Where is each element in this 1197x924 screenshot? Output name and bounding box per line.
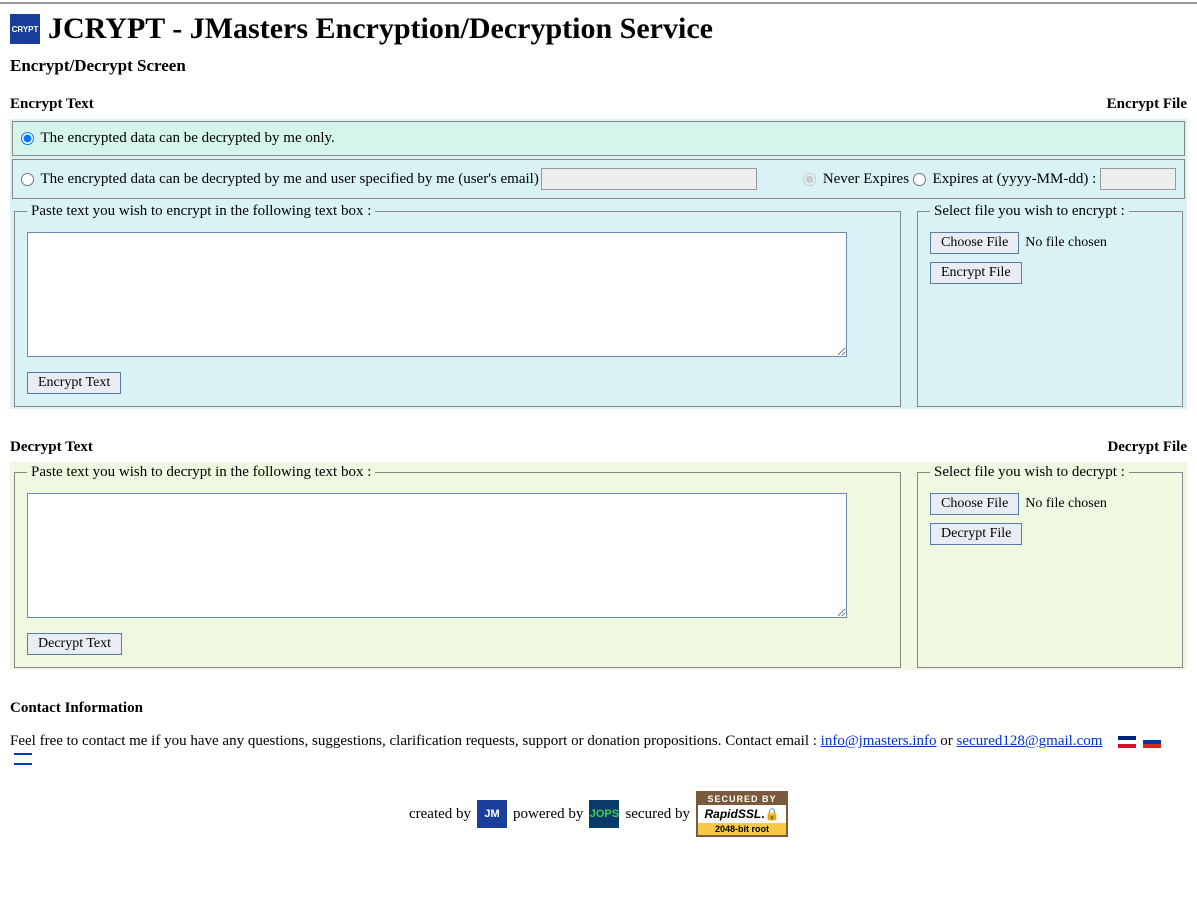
contact-email-2[interactable]: secured128@gmail.com: [957, 733, 1103, 749]
radio-me-only[interactable]: [21, 132, 34, 145]
jcrypt-logo-icon: CRYPT: [10, 14, 40, 44]
contact-email-1[interactable]: info@jmasters.info: [821, 733, 937, 749]
expires-date-input[interactable]: [1100, 168, 1176, 190]
decrypt-file-fieldset: Select file you wish to decrypt : Choose…: [917, 464, 1183, 668]
decrypt-file-button[interactable]: Decrypt File: [930, 523, 1022, 545]
expire-at-option[interactable]: Expires at (yyyy-MM-dd) :: [913, 171, 1096, 188]
encrypt-textarea[interactable]: [27, 232, 847, 357]
jops-logo-icon[interactable]: JOPS: [589, 800, 619, 828]
decrypt-file-legend: Select file you wish to decrypt :: [930, 464, 1129, 481]
page-title: CRYPT JCRYPT - JMasters Encryption/Decry…: [10, 12, 1187, 46]
encrypt-text-fieldset: Paste text you wish to encrypt in the fo…: [14, 203, 901, 407]
encrypt-text-heading: Encrypt Text: [10, 96, 94, 113]
encrypt-file-legend: Select file you wish to encrypt :: [930, 203, 1129, 220]
encrypt-file-fieldset: Select file you wish to encrypt : Choose…: [917, 203, 1183, 407]
flag-uk-icon[interactable]: [1118, 736, 1136, 748]
contact-text: Feel free to contact me if you have any …: [10, 733, 821, 749]
encrypt-option-me-and-user-row: The encrypted data can be decrypted by m…: [12, 159, 1185, 199]
radio-expires-at[interactable]: [913, 173, 926, 186]
footer-created-by: created by: [409, 806, 471, 823]
footer: created by JM powered by JOPS secured by…: [10, 791, 1187, 837]
decrypt-textarea[interactable]: [27, 493, 847, 618]
radio-expires-at-label: Expires at (yyyy-MM-dd) :: [933, 171, 1097, 187]
flag-il-icon[interactable]: [14, 753, 32, 765]
page-title-text: JCRYPT - JMasters Encryption/Decryption …: [48, 12, 713, 46]
contact-heading: Contact Information: [10, 700, 1187, 717]
encrypt-choose-file-button[interactable]: Choose File: [930, 232, 1019, 254]
contact-or: or: [940, 733, 956, 749]
encrypt-text-button[interactable]: Encrypt Text: [27, 372, 121, 394]
radio-me-and-user[interactable]: [21, 173, 34, 186]
page-subtitle: Encrypt/Decrypt Screen: [10, 56, 1187, 76]
decrypt-file-status: No file chosen: [1025, 496, 1107, 512]
rapidssl-badge-icon[interactable]: SECURED BY RapidSSL.🔒 2048-bit root: [696, 791, 788, 837]
footer-powered-by: powered by: [513, 806, 583, 823]
decrypt-text-heading: Decrypt Text: [10, 439, 93, 456]
decrypt-text-legend: Paste text you wish to decrypt in the fo…: [27, 464, 375, 481]
rapidssl-bot: 2048-bit root: [698, 823, 786, 835]
contact-line: Feel free to contact me if you have any …: [10, 733, 1187, 767]
user-email-input[interactable]: [541, 168, 757, 190]
radio-never-expires[interactable]: [803, 173, 816, 186]
encrypt-file-heading: Encrypt File: [1107, 96, 1187, 113]
flag-ru-icon[interactable]: [1143, 736, 1161, 748]
radio-never-expires-label: Never Expires: [823, 171, 909, 187]
radio-me-and-user-label: The encrypted data can be decrypted by m…: [40, 171, 538, 187]
encrypt-file-status: No file chosen: [1025, 235, 1107, 251]
footer-secured-by: secured by: [625, 806, 690, 823]
rapidssl-top: SECURED BY: [698, 793, 786, 805]
encrypt-text-legend: Paste text you wish to encrypt in the fo…: [27, 203, 375, 220]
encrypt-option-me-and-user[interactable]: The encrypted data can be decrypted by m…: [21, 171, 539, 188]
jm-logo-icon[interactable]: JM: [477, 800, 507, 828]
decrypt-choose-file-button[interactable]: Choose File: [930, 493, 1019, 515]
encrypt-file-button[interactable]: Encrypt File: [930, 262, 1022, 284]
rapidssl-mid: RapidSSL: [705, 807, 762, 821]
encrypt-option-me-only[interactable]: The encrypted data can be decrypted by m…: [21, 130, 335, 146]
decrypt-text-fieldset: Paste text you wish to decrypt in the fo…: [14, 464, 901, 668]
expire-never-option[interactable]: Never Expires: [803, 171, 909, 188]
radio-me-only-label: The encrypted data can be decrypted by m…: [40, 130, 334, 146]
decrypt-file-heading: Decrypt File: [1107, 439, 1187, 456]
decrypt-text-button[interactable]: Decrypt Text: [27, 633, 122, 655]
encrypt-option-me-only-row: The encrypted data can be decrypted by m…: [12, 121, 1185, 156]
